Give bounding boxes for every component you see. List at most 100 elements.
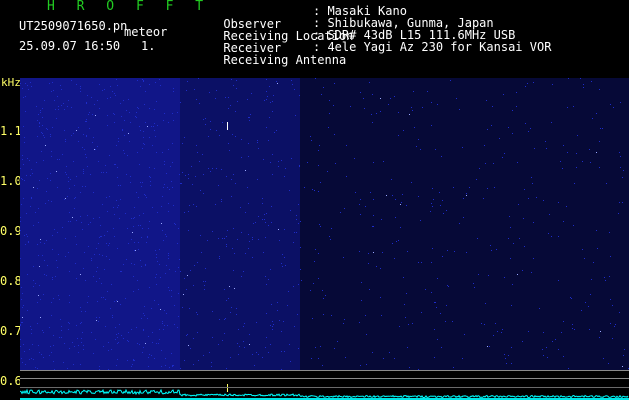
noise-dot [93,192,94,193]
noise-dot [236,314,237,315]
noise-dot [159,79,160,80]
noise-dot [80,86,81,87]
noise-dot [453,187,454,188]
noise-dot [166,313,167,314]
noise-dot [436,307,437,308]
noise-dot [270,102,271,103]
noise-dot [335,163,336,164]
noise-dot [573,106,574,107]
noise-dot [539,308,540,309]
noise-dot [432,248,433,249]
noise-dot [114,164,115,165]
noise-dot [71,80,72,81]
noise-dot [314,190,315,191]
noise-dot [413,91,414,92]
noise-dot [432,188,433,189]
noise-dot [37,120,38,121]
noise-dot [93,137,94,138]
noise-dot [252,237,253,238]
noise-dot [219,256,220,257]
noise-dot [68,329,69,330]
noise-dot [87,166,88,167]
noise-dot [245,253,246,254]
noise-dot [114,214,115,215]
noise-dot [133,360,134,361]
noise-dot [123,150,124,151]
noise-dot [24,351,25,352]
noise-dot [139,215,140,216]
noise-dot [197,332,198,333]
noise-dot [365,315,366,316]
noise-dot [94,104,95,105]
noise-dot [161,366,162,367]
noise-dot [90,174,91,175]
noise-dot [83,134,84,135]
noise-dot [322,290,323,291]
noise-dot [233,85,234,86]
noise-dot [145,122,146,123]
noise-dot [440,313,441,314]
noise-dot [272,101,273,102]
noise-dot [175,224,176,225]
noise-dot [278,229,279,230]
noise-dot [117,207,118,208]
noise-dot [28,242,29,243]
noise-dot [590,294,591,295]
noise-dot [42,117,43,118]
noise-dot [37,188,38,189]
noise-dot [483,198,484,199]
noise-dot [121,116,122,117]
noise-dot [219,135,220,136]
noise-dot [138,249,139,250]
noise-dot [421,262,422,263]
noise-dot [121,271,122,272]
noise-dot [80,216,81,217]
noise-dot [183,294,184,295]
noise-dot [113,228,114,229]
noise-dot [134,250,135,251]
noise-dot [244,323,245,324]
noise-dot [366,334,367,335]
info-label: Receiving Antenna [223,53,347,67]
noise-dot [288,291,289,292]
noise-dot [456,98,457,99]
noise-dot [83,268,84,269]
noise-dot [111,284,112,285]
noise-dot [576,167,577,168]
noise-dot [137,107,138,108]
noise-dot [143,329,144,330]
noise-dot [292,84,293,85]
noise-dot [329,113,330,114]
noise-dot [566,206,567,207]
noise-dot [22,155,23,156]
noise-dot [212,168,213,169]
noise-dot [53,335,54,336]
noise-dot [411,107,412,108]
noise-dot [93,218,94,219]
noise-dot [509,216,510,217]
noise-dot [202,154,203,155]
noise-dot [54,229,55,230]
noise-dot [155,82,156,83]
file-name: UT2509071650.pn [19,19,128,33]
noise-dot [98,161,99,162]
noise-dot [610,323,611,324]
noise-dot [156,101,157,102]
noise-dot [85,280,86,281]
noise-dot [301,280,302,281]
noise-dot [118,138,119,139]
noise-dot [31,198,32,199]
noise-dot [173,91,174,92]
noise-dot [422,107,423,108]
noise-dot [447,250,448,251]
noise-dot [369,289,370,290]
noise-dot [406,293,407,294]
noise-dot [52,82,53,83]
noise-dot [228,108,229,109]
noise-dot [398,240,399,241]
noise-dot [272,321,273,322]
noise-dot [360,365,361,366]
noise-dot [161,206,162,207]
noise-dot [159,264,160,265]
noise-dot [128,99,129,100]
